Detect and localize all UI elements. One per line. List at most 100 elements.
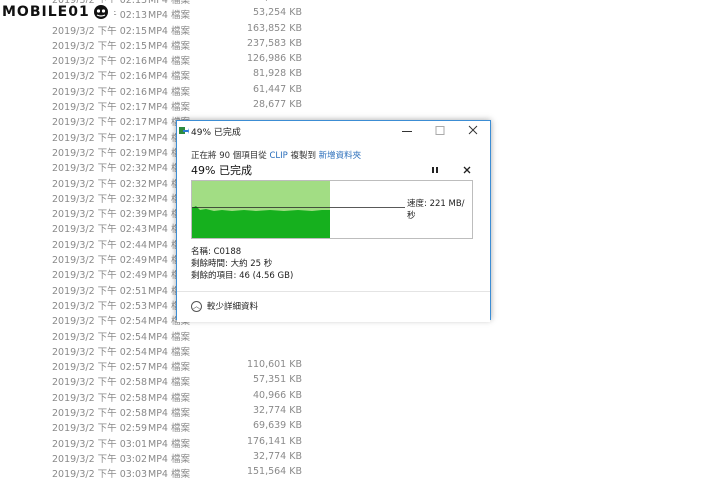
- file-size: 163,852 KB: [246, 22, 302, 34]
- fewer-details-label: 較少詳細資料: [207, 302, 259, 312]
- file-date: 2019/3/2 下午 03:01: [52, 438, 148, 450]
- file-size: 32,774 KB: [252, 405, 302, 417]
- file-type: MP4 檔案: [148, 71, 190, 83]
- file-date: 2019/3/2 下午 02:54: [52, 331, 148, 343]
- destination-folder-link[interactable]: 新增資料夾: [319, 151, 362, 161]
- cancel-button[interactable]: [459, 163, 475, 179]
- file-date: 2019/3/2 下午 02:59: [52, 423, 148, 435]
- file-date: 2019/3/2 下午 02:44: [52, 239, 148, 251]
- speed-history-area: [192, 206, 330, 238]
- file-row[interactable]: 2019/3/2 下午 03:01 MP4 檔案 176,141 KB: [0, 434, 720, 450]
- file-type: MP4 檔案: [148, 438, 190, 450]
- file-size: 28,677 KB: [252, 99, 302, 111]
- file-size: 237,583 KB: [246, 37, 302, 49]
- file-date: 2019/3/2 下午 02:49: [52, 255, 148, 267]
- file-date: 2019/3/2 下午 02:16: [52, 71, 148, 83]
- transfer-speed-graph: 速度: 221 MB/秒: [191, 180, 473, 239]
- dialog-title: 49% 已完成: [191, 128, 241, 138]
- file-row[interactable]: 2019/3/2 下午 02:15 MP4 檔案 237,583 KB: [0, 36, 720, 52]
- file-size: 126,986 KB: [246, 53, 302, 65]
- file-row[interactable]: 2019/3/2 下午 02:17 MP4 檔案 28,677 KB: [0, 97, 720, 114]
- pause-button[interactable]: [427, 163, 443, 179]
- file-type: MP4 檔案: [148, 408, 190, 420]
- mobile01-watermark: MOBILE01: [2, 3, 114, 21]
- maximize-button[interactable]: [425, 121, 455, 141]
- file-row[interactable]: 2019/3/2 下午 02:16 MP4 檔案 81,928 KB: [0, 66, 720, 83]
- time-remaining-label: 剩餘時間: 大約 25 秒: [191, 259, 273, 269]
- file-row[interactable]: 2019/3/2 下午 02:54 MP4 檔案: [0, 327, 720, 343]
- file-date: 2019/3/2 下午 02:39: [52, 209, 148, 221]
- file-date: 2019/3/2 下午 02:15: [52, 40, 148, 52]
- file-type: MP4 檔案: [148, 102, 190, 114]
- copy-progress-dialog: 49% 已完成 正在將 90 個項目從 CLIP 複製到 新增資料夾 49% 已…: [176, 120, 491, 322]
- chevron-up-icon: ︿: [191, 300, 202, 312]
- file-date: 2019/3/2 下午 02:54: [52, 316, 148, 328]
- dialog-footer: ︿ 較少詳細資料: [177, 291, 490, 322]
- file-date: 2019/3/2 下午 02:16: [52, 86, 148, 98]
- file-date: 2019/3/2 下午 02:53: [52, 300, 148, 312]
- file-row[interactable]: 2019/3/2 下午 02:16 MP4 檔案 126,986 KB: [0, 51, 720, 67]
- file-type: MP4 檔案: [148, 469, 190, 480]
- file-date: 2019/3/2 下午 02:49: [52, 270, 148, 282]
- file-size: 73,735 KB: [253, 0, 302, 3]
- file-row[interactable]: 2019/3/2 下午 02:58 MP4 檔案 32,774 KB: [0, 403, 720, 420]
- minimize-button[interactable]: [392, 121, 422, 141]
- file-type: MP4 檔案: [148, 331, 190, 343]
- file-date: 2019/3/2 下午 02:58: [52, 377, 148, 389]
- source-folder-link[interactable]: CLIP: [269, 151, 287, 161]
- file-size: 81,928 KB: [252, 68, 302, 80]
- file-size: 176,141 KB: [246, 435, 302, 447]
- cancel-icon: [463, 166, 471, 174]
- file-row[interactable]: 2019/3/2 下午 02:16 MP4 檔案 61,447 KB: [0, 82, 720, 98]
- file-row[interactable]: 2019/3/2 下午 02:57 MP4 檔案 110,601 KB: [0, 357, 720, 374]
- close-icon: [468, 125, 478, 135]
- file-date: 2019/3/2 下午 02:32: [52, 163, 148, 175]
- file-size: 110,601 KB: [246, 359, 302, 371]
- file-row[interactable]: 2019/3/2 下午 03:03 MP4 檔案 151,564 KB: [0, 464, 720, 480]
- file-date: 2019/3/2 下午 03:03: [52, 469, 148, 480]
- file-date: 2019/3/2 下午 02:19: [52, 147, 148, 159]
- file-row[interactable]: 2019/3/2 下午 02:59 MP4 檔案 69,639 KB: [0, 418, 720, 435]
- file-size: 61,447 KB: [252, 83, 302, 95]
- file-type: MP4 檔案: [148, 346, 190, 358]
- maximize-icon: [435, 126, 445, 135]
- file-type: MP4 檔案: [148, 362, 190, 374]
- file-type: MP4 檔案: [148, 453, 190, 465]
- pause-icon: [432, 167, 438, 173]
- copy-description: 正在將 90 個項目從 CLIP 複製到 新增資料夾: [191, 149, 361, 161]
- file-row[interactable]: 2019/3/2 下午 02:54 MP4 檔案: [0, 342, 720, 358]
- copy-progress-icon: [179, 127, 189, 134]
- minimize-icon: [402, 131, 412, 132]
- file-row[interactable]: 2019/3/2 下午 02:58 MP4 檔案 57,351 KB: [0, 372, 720, 389]
- file-date: 2019/3/2 下午 02:43: [52, 224, 148, 236]
- file-type: MP4 檔案: [148, 10, 190, 22]
- close-button[interactable]: [458, 121, 488, 141]
- file-date: 2019/3/2 下午 02:58: [52, 408, 148, 420]
- file-size: 151,564 KB: [246, 466, 302, 478]
- file-date: 2019/3/2 下午 02:57: [52, 362, 148, 374]
- file-size: 40,966 KB: [252, 389, 302, 401]
- speed-label: 速度: 221 MB/秒: [405, 197, 472, 221]
- file-date: 2019/3/2 下午 02:32: [52, 193, 148, 205]
- file-type: MP4 檔案: [148, 423, 190, 435]
- file-row[interactable]: 2019/3/2 下午 02:58 MP4 檔案 40,966 KB: [0, 388, 720, 404]
- file-type: MP4 檔案: [148, 40, 190, 52]
- file-name-label: 名稱: C0188: [191, 247, 242, 257]
- file-size: 69,639 KB: [252, 420, 302, 432]
- file-date: 2019/3/2 下午 02:54: [52, 346, 148, 358]
- dialog-titlebar[interactable]: 49% 已完成: [177, 121, 490, 141]
- fewer-details-button[interactable]: ︿ 較少詳細資料: [191, 300, 258, 312]
- file-type: MP4 檔案: [148, 86, 190, 98]
- file-row[interactable]: 2019/3/2 下午 02:15 MP4 檔案 163,852 KB: [0, 21, 720, 37]
- file-date: 2019/3/2 下午 02:15: [52, 25, 148, 37]
- file-date: 2019/3/2 下午 02:17: [52, 117, 148, 129]
- file-date: 2019/3/2 下午 02:51: [52, 285, 148, 297]
- file-type: MP4 檔案: [148, 25, 190, 37]
- file-date: 2019/3/2 下午 02:58: [52, 392, 148, 404]
- file-size: 57,351 KB: [252, 374, 302, 386]
- watermark-text: MOBILE01: [2, 4, 90, 20]
- file-date: 2019/3/2 下午 02:17: [52, 102, 148, 114]
- file-row[interactable]: 2019/3/2 下午 03:02 MP4 檔案 32,774 KB: [0, 449, 720, 465]
- items-remaining-label: 剩餘的項目: 46 (4.56 GB): [191, 271, 294, 281]
- file-date: 2019/3/2 下午 02:32: [52, 178, 148, 190]
